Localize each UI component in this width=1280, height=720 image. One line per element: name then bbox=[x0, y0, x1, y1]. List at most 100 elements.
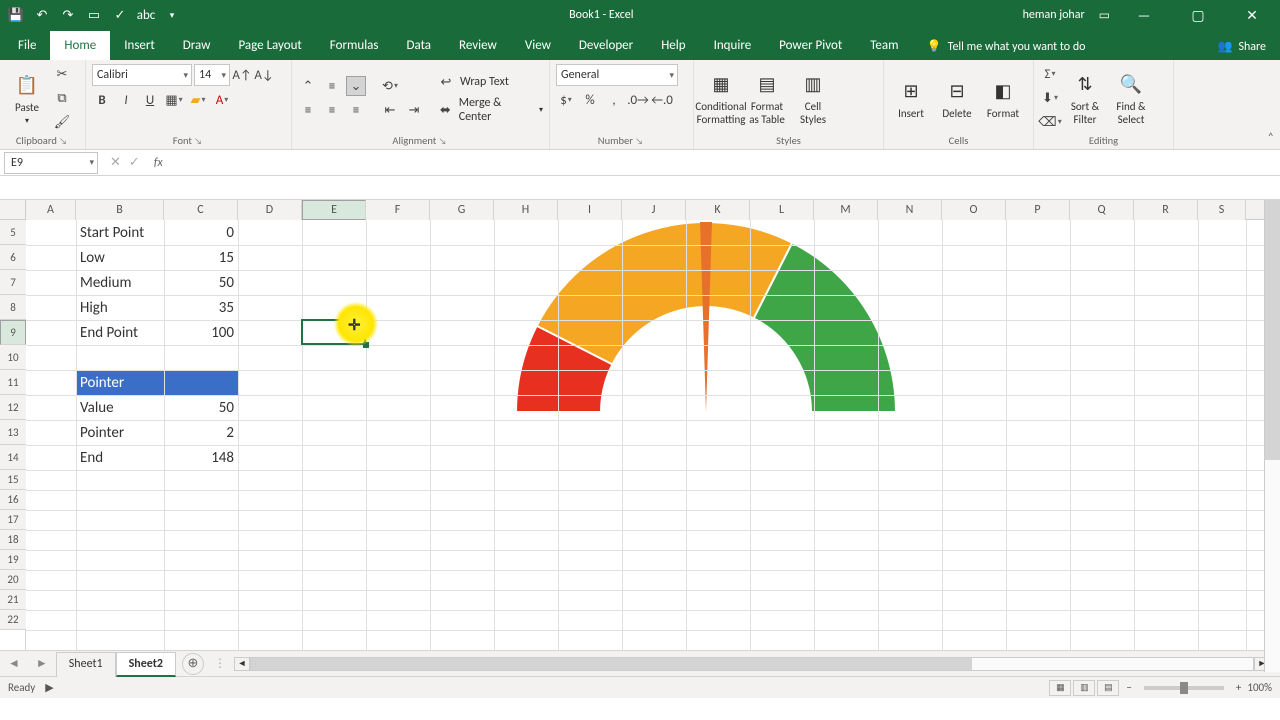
increase-decimal-icon[interactable]: .0→ bbox=[628, 90, 648, 110]
undo-icon[interactable]: ↶ bbox=[34, 7, 50, 23]
row-header[interactable]: 17 bbox=[0, 510, 26, 530]
align-right-icon[interactable]: ≡ bbox=[346, 100, 366, 120]
sheet-nav-prev-icon[interactable]: ◄ bbox=[0, 656, 28, 671]
new-icon[interactable]: ▭ bbox=[86, 7, 102, 23]
column-header[interactable]: F bbox=[366, 200, 430, 220]
fx-icon[interactable]: fx bbox=[148, 156, 169, 170]
tab-view[interactable]: View bbox=[511, 31, 565, 60]
column-header[interactable]: B bbox=[76, 200, 164, 220]
page-break-view-button[interactable]: ▤ bbox=[1097, 680, 1119, 696]
increase-indent-icon[interactable]: ⇥ bbox=[404, 100, 424, 120]
tab-review[interactable]: Review bbox=[445, 31, 511, 60]
redo-icon[interactable]: ↷ bbox=[60, 7, 76, 23]
sheet-tab[interactable]: Sheet1 bbox=[56, 652, 116, 677]
spellcheck-icon[interactable]: ✓ bbox=[112, 7, 128, 23]
column-header[interactable]: D bbox=[238, 200, 302, 220]
sheet-tab[interactable]: Sheet2 bbox=[116, 652, 176, 677]
gauge-chart[interactable] bbox=[486, 222, 926, 462]
align-center-icon[interactable]: ≡ bbox=[322, 100, 342, 120]
zoom-in-button[interactable]: + bbox=[1236, 681, 1241, 694]
tab-developer[interactable]: Developer bbox=[565, 31, 647, 60]
strike-icon[interactable]: abc bbox=[138, 7, 154, 23]
scroll-left-button[interactable]: ◄ bbox=[234, 657, 250, 671]
cell[interactable]: Pointer bbox=[76, 370, 238, 395]
format-cells-button[interactable]: ◧Format bbox=[982, 77, 1024, 120]
fill-color-icon[interactable]: ▰ bbox=[188, 90, 208, 110]
row-header[interactable]: 6 bbox=[0, 245, 26, 270]
bold-button[interactable]: B bbox=[92, 90, 112, 110]
cancel-formula-icon[interactable]: ✕ bbox=[110, 155, 121, 170]
decrease-decimal-icon[interactable]: ←.0 bbox=[652, 90, 672, 110]
tab-power-pivot[interactable]: Power Pivot bbox=[765, 31, 856, 60]
tab-formulas[interactable]: Formulas bbox=[316, 31, 393, 60]
cell[interactable]: Start Point bbox=[76, 220, 164, 245]
maximize-button[interactable]: ▢ bbox=[1178, 0, 1218, 30]
cell[interactable]: Pointer bbox=[76, 420, 164, 445]
name-box[interactable]: E9 bbox=[4, 152, 98, 174]
decrease-indent-icon[interactable]: ⇤ bbox=[380, 100, 400, 120]
copy-icon[interactable]: ⧉ bbox=[52, 88, 72, 108]
row-header[interactable]: 10 bbox=[0, 345, 26, 370]
tellme-input[interactable]: Tell me what you want to do bbox=[948, 40, 1086, 54]
cell[interactable]: Medium bbox=[76, 270, 164, 295]
zoom-out-button[interactable]: − bbox=[1126, 681, 1131, 694]
currency-icon[interactable]: $ bbox=[556, 90, 576, 110]
cell[interactable]: 50 bbox=[164, 395, 238, 420]
row-header[interactable]: 16 bbox=[0, 490, 26, 510]
number-format-combo[interactable]: General bbox=[556, 64, 678, 86]
row-header[interactable]: 12 bbox=[0, 395, 26, 420]
delete-cells-button[interactable]: ⊟Delete bbox=[936, 77, 978, 120]
column-header[interactable]: O bbox=[942, 200, 1006, 220]
share-button[interactable]: Share bbox=[1238, 40, 1266, 54]
cell-styles-button[interactable]: ▥Cell Styles bbox=[792, 70, 834, 126]
cell[interactable]: End bbox=[76, 445, 164, 470]
new-sheet-button[interactable]: ⊕ bbox=[182, 653, 204, 675]
align-left-icon[interactable]: ≡ bbox=[298, 100, 318, 120]
row-header[interactable]: 9 bbox=[0, 320, 26, 345]
row-header[interactable]: 11 bbox=[0, 370, 26, 395]
tab-inquire[interactable]: Inquire bbox=[700, 31, 766, 60]
align-bottom-icon[interactable]: ⌄ bbox=[346, 76, 366, 96]
column-header[interactable]: J bbox=[622, 200, 686, 220]
formula-input[interactable] bbox=[169, 152, 1280, 174]
close-button[interactable]: ✕ bbox=[1232, 0, 1272, 30]
minimize-button[interactable]: — bbox=[1124, 0, 1164, 30]
account-icon[interactable]: ▭ bbox=[1099, 8, 1110, 23]
align-top-icon[interactable]: ⌃ bbox=[298, 76, 318, 96]
user-name[interactable]: heman johar bbox=[1023, 8, 1085, 22]
paste-button[interactable]: 📋 Paste ▾ bbox=[6, 71, 48, 126]
qat-more-icon[interactable]: ▾ bbox=[164, 7, 180, 23]
clear-icon[interactable]: ⌫ bbox=[1040, 112, 1060, 132]
cell[interactable]: Low bbox=[76, 245, 164, 270]
sheet-nav-next-icon[interactable]: ► bbox=[28, 656, 56, 671]
row-header[interactable]: 18 bbox=[0, 530, 26, 550]
zoom-slider[interactable] bbox=[1144, 686, 1224, 690]
row-header[interactable]: 19 bbox=[0, 550, 26, 570]
autosum-icon[interactable]: Σ bbox=[1040, 64, 1060, 84]
column-header[interactable]: I bbox=[558, 200, 622, 220]
tab-home[interactable]: Home bbox=[50, 31, 110, 60]
find-select-button[interactable]: 🔍Find & Select bbox=[1110, 70, 1152, 126]
italic-button[interactable]: I bbox=[116, 90, 136, 110]
row-header[interactable]: 13 bbox=[0, 420, 26, 445]
percent-icon[interactable]: % bbox=[580, 90, 600, 110]
tab-insert[interactable]: Insert bbox=[110, 31, 169, 60]
column-header[interactable]: M bbox=[814, 200, 878, 220]
column-header[interactable]: P bbox=[1006, 200, 1070, 220]
align-middle-icon[interactable]: ≡ bbox=[322, 76, 342, 96]
column-header[interactable]: L bbox=[750, 200, 814, 220]
cell[interactable]: End Point bbox=[76, 320, 164, 345]
format-as-table-button[interactable]: ▤Format as Table bbox=[746, 70, 788, 126]
row-header[interactable]: 5 bbox=[0, 220, 26, 245]
column-header[interactable]: C bbox=[164, 200, 238, 220]
cell[interactable]: 100 bbox=[164, 320, 238, 345]
cell[interactable]: 148 bbox=[164, 445, 238, 470]
merge-center-button[interactable]: ⬌Merge & Center▾ bbox=[436, 96, 543, 124]
row-header[interactable]: 21 bbox=[0, 590, 26, 610]
font-color-icon[interactable]: A bbox=[212, 90, 232, 110]
column-header[interactable]: K bbox=[686, 200, 750, 220]
font-name-combo[interactable]: Calibri bbox=[92, 64, 192, 86]
row-header[interactable]: 14 bbox=[0, 445, 26, 470]
horizontal-scrollbar[interactable] bbox=[250, 657, 1254, 671]
increase-font-icon[interactable]: A↑ bbox=[232, 65, 252, 85]
